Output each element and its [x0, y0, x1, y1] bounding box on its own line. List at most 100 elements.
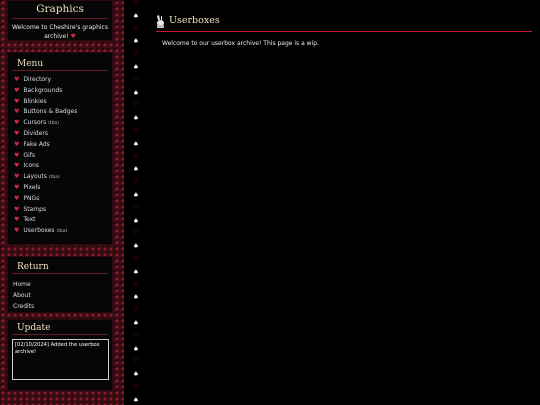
heart-icon: ♡ [133, 255, 139, 263]
menu-item-cursors[interactable]: ♥ Cursors (tba) [8, 118, 112, 129]
spade-icon: ♠ [133, 191, 139, 199]
heart-icon: ♡ [133, 152, 139, 161]
spade-icon: ♠ [133, 395, 139, 404]
menu-item-userboxes[interactable]: ♥ Userboxes (tba) [8, 226, 112, 237]
menu-panel: Menu ♥ Directory ♥ Backgrounds ♥ Blinkies ♥ But… [7, 52, 113, 245]
spade-icon: ♠ [133, 114, 139, 123]
spade-icon: ♠ [133, 165, 139, 174]
menu-item-pixels[interactable]: ♥ Pixels [8, 183, 112, 194]
heart-icon: ♡ [133, 203, 139, 212]
graphics-panel: Graphics Welcome to Cheshire's graphics … [7, 0, 113, 41]
return-list: Home About Credits [8, 280, 112, 312]
menu-item-pngs[interactable]: ♥ PNGs [8, 194, 112, 205]
decorative-divider: ♡ ♠ ♡ ♠ ♡ ♠ ♡ ♠ ♡ ♠ ♡ ♠ ♡ ♠ ♡ ♠ ♡ ♠ ♡ ♠ ♡ ♠ ♡ ♠ ♡ ♠ ♡ ♠ ♡ ♠ ♡ ♠ [124, 0, 150, 405]
menu-item-label: Stamps [23, 205, 47, 213]
heart-icon: ♥ [14, 216, 20, 224]
menu-item-fake-ads[interactable]: ♥ Fake Ads [8, 140, 112, 151]
heart-icon: ♥ [14, 108, 20, 116]
heart-icon: ♡ [133, 383, 139, 391]
heart-icon: ♥ [14, 151, 20, 159]
menu-item-label: Userboxes [23, 227, 55, 235]
menu-title: Menu [12, 53, 108, 71]
menu-item-text[interactable]: ♥ Text [8, 215, 112, 226]
page-header: Userboxes [156, 14, 532, 32]
menu-list: ♥ Directory ♥ Backgrounds ♥ Blinkies ♥ Buttons … [8, 75, 112, 237]
menu-item-label: Blinkies [23, 97, 47, 105]
heart-icon: ♥ [14, 76, 20, 83]
menu-item-buttons-badges[interactable]: ♥ Buttons & Badges [8, 107, 112, 118]
menu-item-label: Backgrounds [23, 86, 63, 94]
heart-icon: ♥ [14, 183, 20, 191]
spade-icon: ♠ [133, 216, 139, 225]
heart-icon: ♥ [14, 86, 20, 94]
heart-icon: ♡ [133, 178, 139, 187]
menu-item-label: Gifs [23, 151, 35, 159]
heart-icon: ♡ [133, 306, 139, 315]
spade-icon: ♠ [133, 37, 139, 46]
heart-icon: ♡ [133, 24, 139, 33]
menu-item-label: PNGs [23, 194, 40, 202]
graphics-title: Graphics [12, 1, 108, 19]
menu-item-dividers[interactable]: ♥ Dividers [8, 129, 112, 140]
heart-icon: ♥ [14, 119, 20, 127]
update-panel: Update [02/10/2024] Added the userbox ar… [7, 319, 113, 391]
menu-item-label: Pixels [23, 183, 41, 191]
heart-icon: ♡ [133, 280, 139, 289]
menu-item-directory[interactable]: ♥ Directory [8, 75, 112, 86]
menu-item-backgrounds[interactable]: ♥ Backgrounds [8, 86, 112, 97]
heart-icon: ♥ [14, 129, 20, 137]
menu-item-label: Directory [23, 76, 52, 83]
heart-icon: ♥ [14, 162, 20, 170]
heart-icon: ♡ [133, 50, 139, 59]
menu-item-layouts[interactable]: ♥ Layouts (tba) [8, 172, 112, 183]
heart-icon: ♡ [133, 101, 139, 110]
sidebar: Graphics Welcome to Cheshire's graphics … [0, 0, 124, 405]
menu-item-stamps[interactable]: ♥ Stamps [8, 205, 112, 216]
return-link-credits[interactable]: Credits [8, 302, 112, 313]
return-title: Return [12, 257, 108, 274]
spade-icon: ♠ [133, 344, 139, 353]
return-panel: Return Home About Credits [7, 256, 113, 313]
heart-icon: ♥ [70, 33, 76, 40]
spade-icon: ♠ [133, 293, 139, 302]
heart-icon: ♡ [133, 229, 139, 238]
tba-badge: (tba) [48, 175, 60, 181]
heart-icon: ♥ [14, 173, 20, 181]
page-title: Userboxes [169, 15, 220, 26]
menu-item-label: Layouts [23, 173, 47, 181]
menu-item-blinkies[interactable]: ♥ Blinkies [8, 97, 112, 108]
return-link-home[interactable]: Home [8, 280, 112, 291]
spade-icon: ♠ [133, 267, 139, 276]
heart-icon: ♥ [14, 227, 20, 235]
menu-item-label: Dividers [23, 129, 48, 137]
spade-icon: ♠ [133, 139, 139, 148]
spade-icon: ♠ [133, 319, 139, 327]
menu-item-label: Fake Ads [23, 140, 50, 148]
menu-item-label: Buttons & Badges [23, 108, 78, 116]
heart-icon: ♥ [14, 205, 20, 213]
heart-icon: ♥ [14, 194, 20, 202]
welcome-message: Welcome to Cheshire's graphics archive! [12, 24, 108, 40]
tba-badge: (tba) [48, 121, 60, 127]
heart-icon: ♡ [133, 127, 139, 135]
update-box[interactable]: [02/10/2024] Added the userbox archive! [12, 339, 109, 380]
menu-item-icons[interactable]: ♥ Icons [8, 161, 112, 172]
heart-icon: ♡ [133, 0, 139, 7]
heart-icon: ♥ [14, 97, 20, 105]
menu-item-gifs[interactable]: ♥ Gifs [8, 151, 112, 162]
spade-icon: ♠ [133, 88, 139, 97]
bunny-icon [157, 15, 164, 28]
heart-icon: ♡ [133, 75, 139, 84]
menu-item-label: Text [23, 216, 36, 224]
spade-icon: ♠ [133, 63, 139, 71]
return-link-about[interactable]: About [8, 291, 112, 302]
heart-icon: ♡ [133, 331, 139, 340]
intro-text: Welcome to our userbox archive! This pag… [162, 40, 319, 47]
heart-icon: ♥ [14, 140, 20, 148]
welcome-text: Welcome to Cheshire's graphics archive! … [8, 19, 112, 41]
menu-item-label: Cursors [23, 119, 47, 127]
spade-icon: ♠ [133, 370, 139, 379]
spade-icon: ♠ [133, 11, 139, 20]
menu-item-label: Icons [23, 162, 40, 170]
update-title: Update [12, 320, 108, 335]
